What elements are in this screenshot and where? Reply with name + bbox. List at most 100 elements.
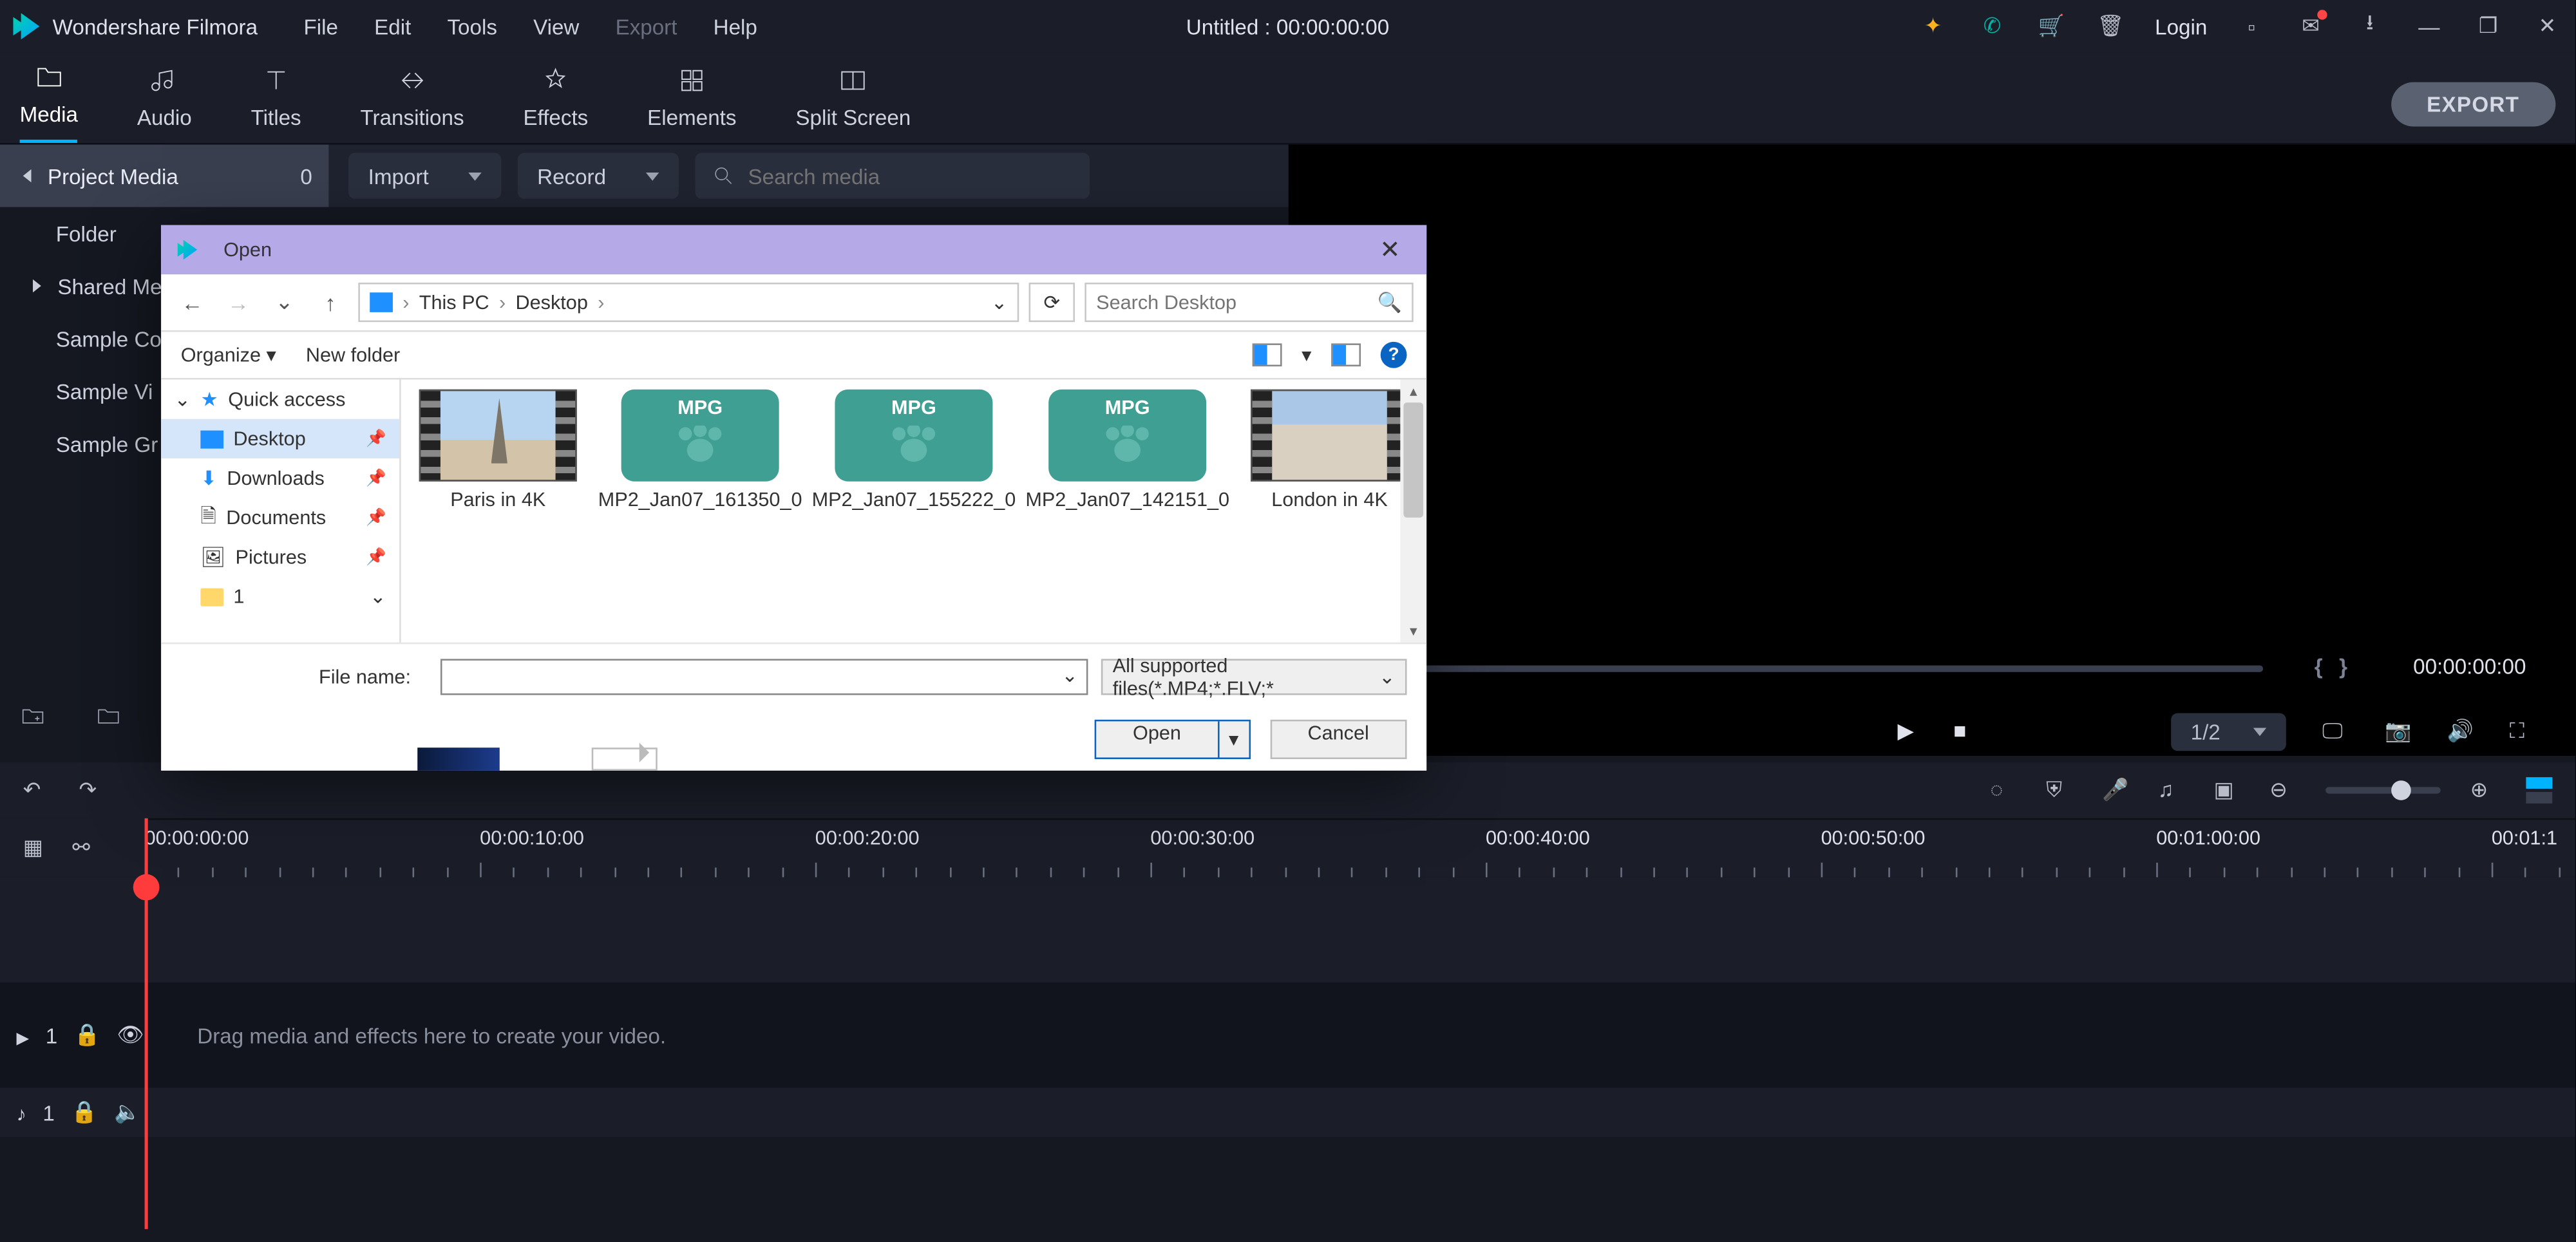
preview-quality-dropdown[interactable]: 1/2 [2171,712,2286,750]
refresh-button[interactable]: ⟳ [1029,283,1075,322]
snapshot-icon[interactable]: 📷 [2385,718,2411,744]
lock-icon[interactable]: 🔒 [71,1099,97,1125]
file-item[interactable]: MPGMP2_Jan07_155222_0 [822,390,1006,511]
search-media-input[interactable] [748,164,1073,188]
tab-audio[interactable]: Audio [137,66,192,143]
login-button[interactable]: Login [2155,14,2207,39]
new-folder-button[interactable]: New folder [306,343,400,366]
tab-titles[interactable]: Titles [251,66,301,143]
scrollbar[interactable]: ▴▾ [1400,380,1426,643]
nav-up-button[interactable]: ↑ [312,284,348,320]
mute-icon[interactable]: 🔈 [114,1099,140,1125]
mic-icon[interactable]: 🎤 [2102,777,2128,804]
open-button[interactable]: Open▾ [1095,720,1250,759]
file-item[interactable]: MPGMP2_Jan07_161350_0 [608,390,792,511]
view-mode-button[interactable] [1253,343,1282,366]
volume-icon[interactable]: 🔊 [2447,718,2474,744]
side-desktop[interactable]: Desktop📌 [161,419,399,458]
nav-back-button[interactable]: ← [175,284,211,320]
lightbulb-icon[interactable]: ✦ [1918,12,1948,41]
file-item[interactable]: MPGMP2_Jan07_142151_0 [1036,390,1220,511]
headset-icon[interactable]: ✆ [1978,12,2007,41]
menu-tools[interactable]: Tools [447,14,497,39]
audio-track-1[interactable]: 1 🔒 🔈 [0,1087,2575,1137]
fullscreen-icon[interactable]: ⛶ [2510,718,2536,744]
music-icon[interactable]: ♫ [2158,777,2184,804]
side-folder-1[interactable]: 1⌄ [161,577,399,616]
side-downloads[interactable]: ⬇Downloads📌 [161,458,399,498]
new-folder-icon[interactable] [20,703,46,729]
scroll-up-icon[interactable]: ▴ [1400,380,1426,403]
video-track-1[interactable]: 1 🔒 👁 Drag media and effects here to cre… [0,983,2575,1087]
tab-effects[interactable]: Effects [523,66,588,143]
chevron-down-icon[interactable]: ▾ [1219,721,1249,757]
chevron-down-icon[interactable]: ⌄ [1061,663,1078,686]
preview-scrubber[interactable] [1315,666,2264,672]
side-quick-access[interactable]: ⌄★Quick access [161,380,399,419]
tab-elements[interactable]: Elements [647,66,736,143]
file-item[interactable]: London in 4K [1249,390,1410,511]
message-icon[interactable]: ✉ [2296,12,2325,41]
dialog-files[interactable]: Paris in 4KMPGMP2_Jan07_161350_0MPGMP2_J… [401,380,1426,643]
dialog-titlebar[interactable]: Open ✕ [161,225,1426,275]
breadcrumb-leaf[interactable]: Desktop [516,291,588,314]
tab-transitions[interactable]: Transitions [361,66,464,143]
project-media-header[interactable]: Project Media 0 [0,145,328,207]
cancel-button[interactable]: Cancel [1270,720,1407,759]
search-media-field[interactable] [695,153,1089,198]
link-icon[interactable]: ⚯ [72,834,99,861]
shield-icon[interactable]: ⛨ [2046,777,2072,804]
filetype-dropdown[interactable]: All supported files(*.MP4;*.FLV;*⌄ [1101,658,1407,694]
playhead[interactable] [145,818,148,1229]
menu-file[interactable]: File [304,14,338,39]
zoom-out-icon[interactable]: ⊖ [2269,777,2296,804]
zoom-in-icon[interactable]: ⊕ [2470,777,2497,804]
organize-menu[interactable]: Organize ▾ [181,343,276,366]
fit-icon[interactable]: ▦ [23,834,50,861]
play-button[interactable]: ▶ [1897,718,1914,744]
timeline-size-toggle[interactable] [2526,777,2552,804]
download-icon[interactable]: ⭳ [2355,12,2385,41]
tab-splitscreen[interactable]: Split Screen [795,66,911,143]
preview-pane-button[interactable] [1331,343,1361,366]
dialog-search[interactable]: 🔍 [1084,283,1413,322]
help-icon[interactable]: ? [1381,342,1407,368]
breadcrumb[interactable]: › This PC › Desktop › ⌄ [358,283,1019,322]
visibility-icon[interactable]: 👁 [117,1022,144,1048]
breadcrumb-root[interactable]: This PC [419,291,489,314]
window-minimize-icon[interactable]: — [2414,12,2444,41]
trash-icon[interactable]: 🗑 [2096,12,2125,41]
scrollbar-thumb[interactable] [1403,402,1423,518]
side-pictures[interactable]: 🖼Pictures📌 [161,538,399,577]
chevron-down-icon[interactable]: ⌄ [370,585,386,608]
menu-edit[interactable]: Edit [374,14,411,39]
display-icon[interactable]: 🖵 [2322,718,2349,744]
menu-view[interactable]: View [533,14,579,39]
chevron-down-icon[interactable]: ⌄ [991,291,1008,314]
redo-icon[interactable]: ↷ [79,777,105,804]
nav-recent-button[interactable]: ⌄ [266,284,302,320]
dialog-close-button[interactable]: ✕ [1370,232,1410,268]
menu-help[interactable]: Help [714,14,757,39]
color-icon[interactable]: ◌ [1990,777,2016,804]
scroll-down-icon[interactable]: ▾ [1400,619,1426,643]
import-dropdown[interactable]: Import [348,153,501,198]
timeline-ruler[interactable]: 00:00:00:0000:00:10:0000:00:20:0000:00:3… [145,818,2575,878]
chevron-down-icon[interactable]: ▾ [1302,343,1311,366]
save-icon[interactable]: ▫ [2237,12,2266,41]
lock-icon[interactable]: 🔒 [74,1022,100,1048]
dialog-search-input[interactable] [1096,291,1378,314]
window-maximize-icon[interactable]: ❐ [2474,12,2503,41]
stop-button[interactable]: ■ [1953,718,1966,744]
folder-icon[interactable] [95,703,122,729]
file-item[interactable]: Paris in 4K [417,390,578,511]
filename-input[interactable] [440,658,1088,694]
window-close-icon[interactable]: ✕ [2533,12,2562,41]
zoom-slider[interactable] [2325,787,2441,793]
marker-icon[interactable]: ▣ [2214,777,2240,804]
side-documents[interactable]: 🗎Documents📌 [161,498,399,537]
undo-icon[interactable]: ↶ [23,777,50,804]
tab-media[interactable]: Media [20,62,78,143]
cart-icon[interactable]: 🛒 [2036,12,2066,41]
record-dropdown[interactable]: Record [517,153,678,198]
